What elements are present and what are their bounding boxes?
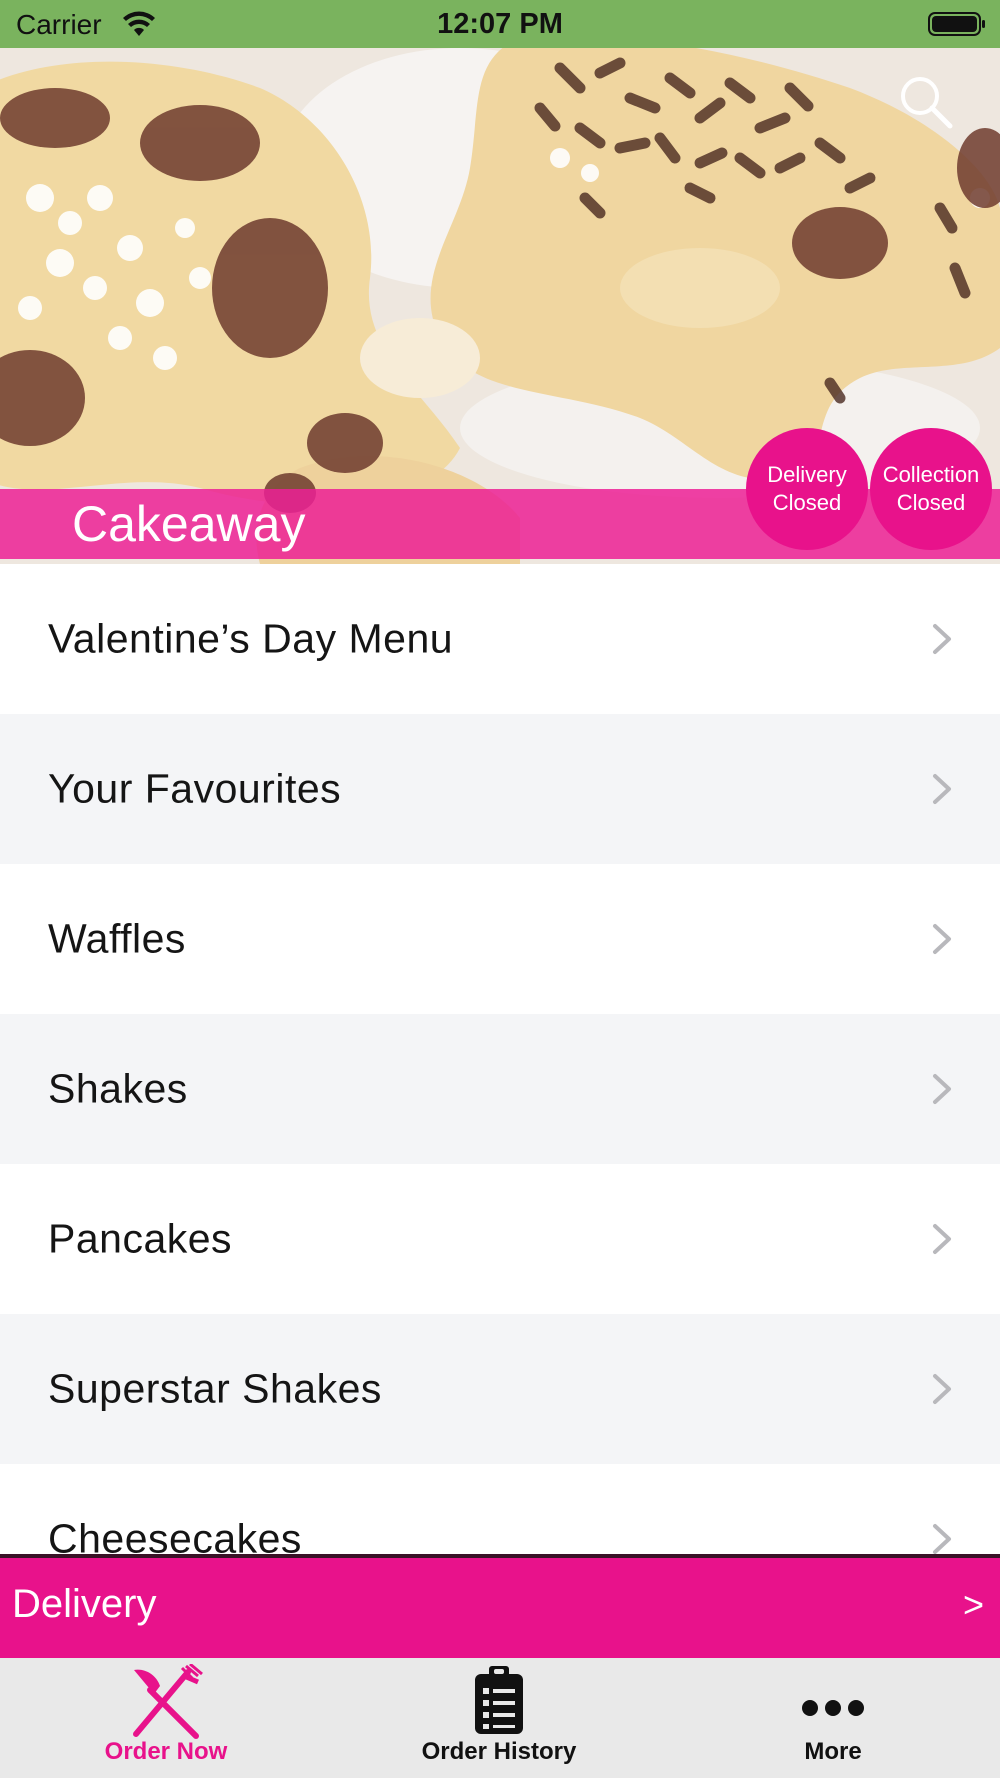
clipboard-icon (475, 1666, 523, 1734)
collection-status-badge: Collection Closed (870, 428, 992, 550)
store-name: Cakeaway (72, 496, 306, 552)
clock: 12:07 PM (437, 8, 563, 40)
battery-icon (928, 12, 985, 36)
tab-order-now[interactable]: Order Now (46, 1658, 286, 1778)
menu-item-superstar-shakes[interactable]: Superstar Shakes (0, 1314, 1000, 1464)
more-dots-icon (802, 1700, 864, 1716)
delivery-status-value: Closed (772, 490, 842, 515)
tab-label: Order History (421, 1738, 577, 1765)
menu-item-waffles[interactable]: Waffles (0, 864, 1000, 1014)
chevron-right-icon (933, 1074, 951, 1104)
menu-category-list: Valentine’s Day Menu Your Favourites Waf… (0, 564, 1000, 1554)
menu-item-your-favourites[interactable]: Your Favourites (0, 714, 1000, 864)
menu-item-cheesecakes[interactable]: Cheesecakes (0, 1464, 1000, 1554)
menu-item-label: Shakes (48, 1065, 188, 1112)
menu-item-label: Pancakes (48, 1215, 233, 1262)
menu-item-valentines-day-menu[interactable]: Valentine’s Day Menu (0, 564, 1000, 714)
delivery-mode-label: Delivery (12, 1582, 157, 1626)
chevron-right-icon (933, 1224, 951, 1254)
tab-label: Order Now (104, 1738, 228, 1765)
chevron-right-icon (933, 1374, 951, 1404)
chevron-right-icon (933, 774, 951, 804)
collection-status-title: Collection (882, 462, 980, 487)
menu-item-label: Waffles (48, 915, 186, 962)
bottom-tab-bar: Order Now Order History More (0, 1658, 1000, 1778)
menu-item-label: Your Favourites (48, 765, 342, 812)
fork-knife-icon (133, 1664, 203, 1739)
tab-label: More (804, 1738, 862, 1765)
menu-item-label: Valentine’s Day Menu (48, 615, 454, 662)
delivery-status-title: Delivery (767, 462, 847, 487)
chevron-right-icon (933, 924, 951, 954)
status-bar: Carrier 12:07 PM (0, 0, 1000, 48)
tab-more[interactable]: More (713, 1658, 953, 1778)
menu-item-shakes[interactable]: Shakes (0, 1014, 1000, 1164)
menu-item-label: Superstar Shakes (48, 1365, 382, 1412)
chevron-right-icon (933, 1524, 951, 1554)
chevron-right-icon (933, 624, 951, 654)
store-header: Cakeaway Delivery Closed Collection Clos… (0, 48, 1000, 564)
menu-item-label: Cheesecakes (48, 1515, 302, 1555)
delivery-status-badge: Delivery Closed (746, 428, 868, 550)
collection-status-value: Closed (896, 490, 966, 515)
delivery-mode-button[interactable]: Delivery > (0, 1554, 1000, 1658)
menu-item-pancakes[interactable]: Pancakes (0, 1164, 1000, 1314)
tab-order-history[interactable]: Order History (379, 1658, 619, 1778)
delivery-mode-arrow: > (962, 1584, 984, 1625)
search-icon[interactable] (898, 74, 954, 130)
